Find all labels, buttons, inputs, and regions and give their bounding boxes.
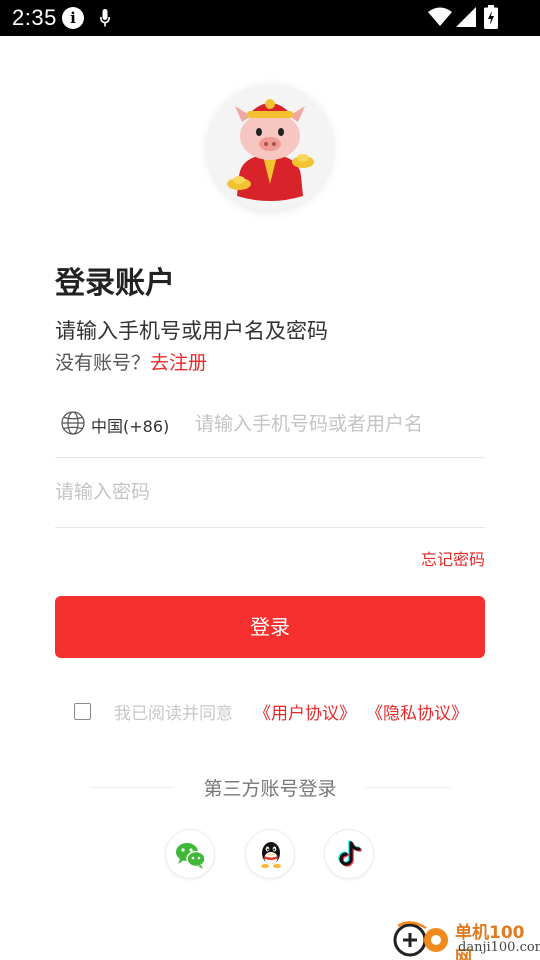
forgot-password-link[interactable]: 忘记密码 (421, 546, 485, 570)
user-agreement-link[interactable]: 《用户协议》 (254, 699, 356, 724)
watermark-domain: danji100.com (458, 940, 540, 955)
wechat-login-button[interactable] (165, 829, 215, 879)
agreement-text: 我已阅读并同意 (114, 704, 233, 724)
tiktok-icon (338, 840, 362, 867)
watermark-logo-icon (393, 921, 448, 957)
globe-icon (61, 411, 85, 439)
password-field-row (55, 470, 485, 528)
phone-input[interactable] (195, 407, 485, 441)
battery-icon (484, 5, 498, 33)
watermark: 单机100网 danji100.com (390, 918, 540, 960)
privacy-policy-link[interactable]: 《隐私协议》 (366, 699, 468, 724)
country-code-selector[interactable]: 中国(+86) (91, 413, 169, 437)
register-link[interactable]: 去注册 (150, 352, 207, 374)
info-icon: i (62, 7, 84, 29)
status-bar: 2:35 i (0, 0, 540, 36)
page-subtitle: 请输入手机号或用户名及密码 (55, 319, 328, 343)
fortune-pig-mascot-icon (207, 84, 333, 210)
login-button[interactable]: 登录 (55, 596, 485, 658)
third-party-login-header: 第三方账号登录 (90, 774, 450, 800)
mic-icon (100, 9, 110, 31)
qq-login-button[interactable] (245, 829, 295, 879)
tiktok-login-button[interactable] (324, 829, 374, 879)
phone-field-row: 中国(+86) (55, 400, 485, 458)
agreement-checkbox[interactable] (74, 703, 91, 720)
no-account-text: 没有账号？ (55, 352, 151, 374)
divider-right (366, 787, 450, 788)
password-input[interactable] (55, 475, 485, 509)
register-prompt: 没有账号？去注册 (55, 348, 207, 375)
qq-icon (261, 842, 281, 868)
page-title: 登录账户 (55, 266, 175, 301)
status-time: 2:35 (12, 5, 57, 30)
wifi-icon (428, 7, 452, 31)
avatar (207, 84, 333, 210)
signal-icon (456, 7, 476, 31)
wechat-icon (176, 843, 206, 869)
